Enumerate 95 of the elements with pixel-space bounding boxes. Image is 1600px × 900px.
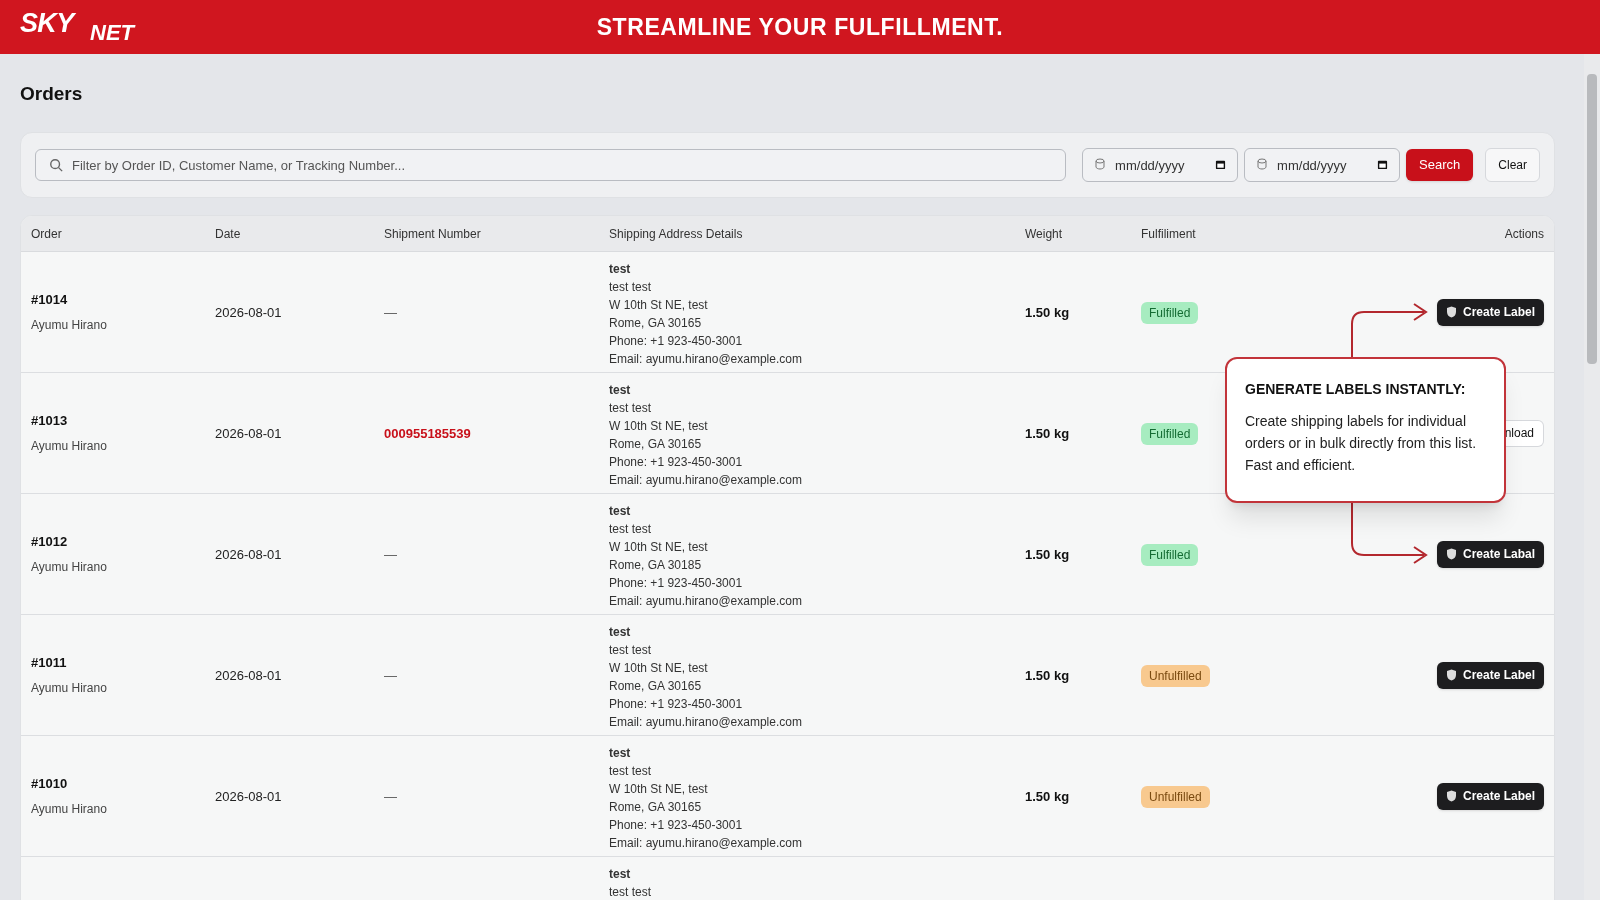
column-header: Fulfiliment (1141, 225, 1197, 243)
clear-button[interactable]: Clear (1485, 148, 1540, 182)
address-line: Phone: +1 923-450-3001 (609, 333, 744, 350)
column-header: Date (215, 225, 242, 243)
address-line: Phone: +1 923-450-3001 (609, 817, 744, 834)
column-header: Shipping Address Details (609, 225, 744, 243)
status-badge: Unfulfilled (1141, 665, 1210, 687)
scrollbar-thumb[interactable] (1587, 74, 1597, 364)
address-line: Phone: +1 923-450-3001 (609, 575, 744, 592)
address-line: Email: ayumu.hirano@example.com (609, 714, 803, 731)
status-badge: Fulfilled (1141, 544, 1199, 566)
create-label-button[interactable]: Create Label (1436, 661, 1544, 689)
address-line: test test (609, 884, 653, 900)
address-line: Email: ayumu.hirano@example.com (609, 835, 803, 852)
address-line: Rome, GA 30165 (609, 315, 703, 332)
address-line: test (609, 503, 632, 520)
status-badge: Fulfilled (1141, 302, 1199, 324)
empty-value: — (384, 547, 397, 562)
calendar-icon[interactable] (1215, 159, 1227, 170)
column-header: Order (31, 225, 63, 243)
address-line: Phone: +1 923-450-3001 (609, 696, 744, 713)
date-field[interactable]: mm/dd/yyyy (1244, 148, 1401, 182)
column-header: Shipment Number (384, 225, 482, 243)
empty-value: — (384, 668, 397, 683)
address-line: Rome, GA 30165 (609, 678, 703, 695)
column-header: Actions (1504, 225, 1544, 243)
database-icon (1095, 158, 1106, 170)
order-id[interactable]: #1011 (31, 653, 215, 673)
shield-icon (1445, 669, 1457, 681)
logo: SKY NET (20, 8, 137, 46)
weight-value: 1.50 kg (1025, 426, 1070, 441)
customer-name: Ayumu Hirano (31, 437, 108, 455)
address-line: Email: ayumu.hirano@example.com (609, 351, 803, 368)
shield-icon (1445, 790, 1457, 802)
customer-name: Ayumu Hirano (31, 316, 108, 334)
create-label-button[interactable]: Create Label (1436, 298, 1544, 326)
address-line: W 10th St NE, test (609, 418, 709, 435)
address-line: test test (609, 400, 653, 417)
weight-value: 1.50 kg (1025, 668, 1070, 683)
order-date: 2026-08-01 (215, 305, 282, 320)
address-line: W 10th St NE, test (609, 660, 709, 677)
download-button[interactable]: nload (1504, 419, 1544, 447)
order-id[interactable]: #1013 (31, 411, 215, 431)
database-icon (1257, 158, 1268, 170)
page-title: Orders (20, 82, 84, 106)
customer-name: Ayumu Hirano (31, 679, 108, 697)
order-date: 2026-08-01 (215, 547, 282, 562)
weight-value: 1.50 kg (1025, 305, 1070, 320)
search-field[interactable]: Filter by Order ID, Customer Name, or Tracking Number... (35, 149, 1067, 181)
order-id[interactable]: #1014 (31, 290, 215, 310)
address-line: test (609, 382, 632, 399)
column-header: Weight (1025, 225, 1064, 243)
address-line: test test (609, 279, 653, 296)
tracking-number[interactable]: 000955185539 (384, 426, 471, 441)
callout-text: Create shipping labels for individual orders or in bulk directly from this list. Fast and efficient. (1245, 412, 1478, 475)
empty-value: — (384, 305, 397, 320)
address-line: test (609, 624, 632, 641)
address-line: W 10th St NE, test (609, 297, 709, 314)
address-line: W 10th St NE, test (609, 539, 709, 556)
order-date: 2026-08-01 (215, 789, 282, 804)
customer-name: Ayumu Hirano (31, 800, 108, 818)
address-line: Rome, GA 30165 (609, 799, 703, 816)
status-badge: Unfulfilled (1141, 786, 1210, 808)
shield-icon (1445, 548, 1457, 560)
weight-value: 1.50 kg (1025, 789, 1070, 804)
order-id[interactable]: #1012 (31, 532, 215, 552)
address-line: Rome, GA 30165 (609, 436, 703, 453)
callout-title: GENERATE LABELS INSTANTLY: (1245, 380, 1467, 399)
status-badge: Fulfilled (1141, 423, 1199, 445)
address-line: Email: ayumu.hirano@example.com (609, 472, 803, 489)
customer-name: Ayumu Hirano (31, 558, 108, 576)
order-date: 2026-08-01 (215, 426, 282, 441)
search-icon (49, 158, 63, 172)
address-line: test test (609, 763, 653, 780)
create-label-button[interactable]: Create Labal (1436, 540, 1544, 568)
date-field[interactable]: mm/dd/yyyy (1082, 148, 1239, 182)
address-line: Email: ayumu.hirano@example.com (609, 593, 803, 610)
search-button[interactable]: Search (1406, 149, 1474, 181)
order-date: 2026-08-01 (215, 668, 282, 683)
calendar-icon[interactable] (1377, 159, 1389, 170)
address-line: test (609, 866, 632, 883)
address-line: test (609, 745, 632, 762)
address-line: W 10th St NE, test (609, 781, 709, 798)
tagline: STREAMLINE YOUR FULFILLMENT. (596, 12, 1004, 42)
address-line: test (609, 261, 632, 278)
order-id[interactable]: #1010 (31, 774, 215, 794)
address-line: Phone: +1 923-450-3001 (609, 454, 744, 471)
weight-value: 1.50 kg (1025, 547, 1070, 562)
shield-icon (1445, 306, 1457, 318)
empty-value: — (384, 789, 397, 804)
address-line: Rome, GA 30185 (609, 557, 703, 574)
create-label-button[interactable]: Create Label (1436, 782, 1544, 810)
scrollbar[interactable] (1584, 54, 1600, 900)
address-line: test test (609, 642, 653, 659)
address-line: test test (609, 521, 653, 538)
